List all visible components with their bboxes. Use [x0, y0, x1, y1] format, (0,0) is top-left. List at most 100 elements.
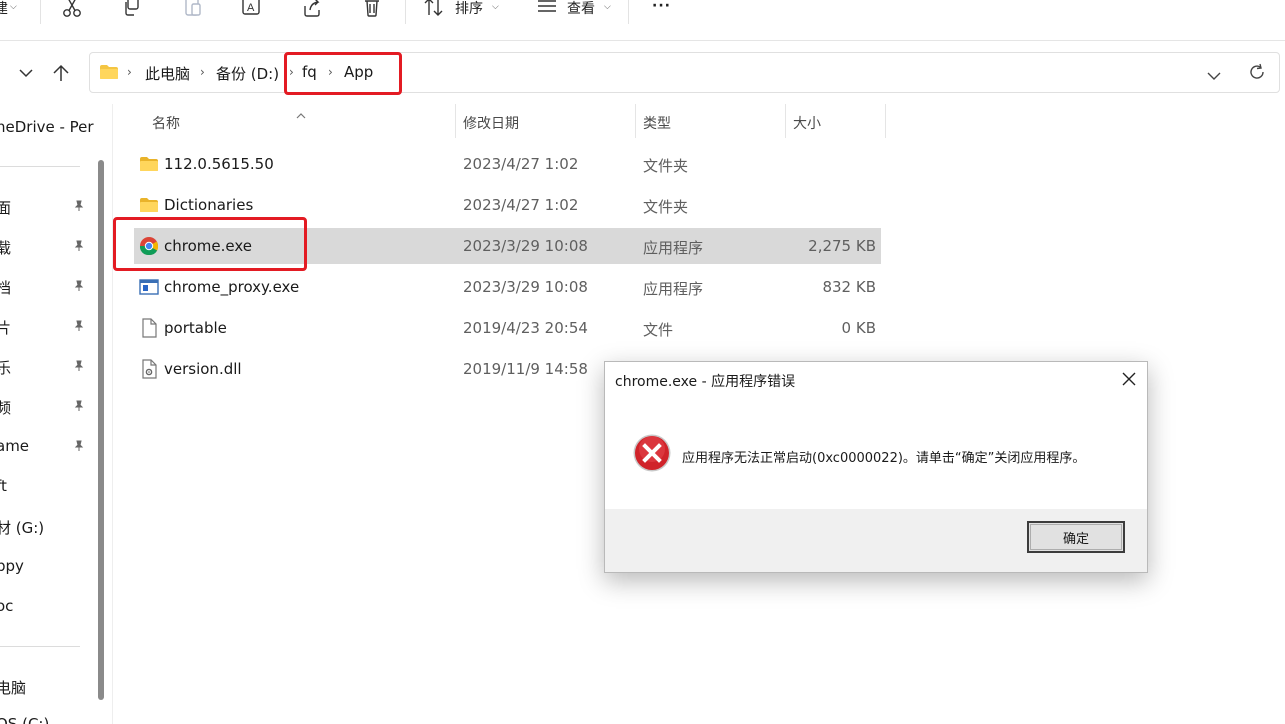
sidebar-item-drive-c[interactable]: OS (C:): [0, 715, 49, 724]
sidebar-item-ppy[interactable]: ppy: [0, 557, 24, 575]
close-icon[interactable]: [1121, 371, 1137, 387]
view-icon[interactable]: [536, 0, 558, 18]
file-date: 2023/3/29 10:08: [463, 278, 588, 296]
sidebar-item-ft[interactable]: ft: [0, 477, 7, 495]
app-window-icon: [139, 279, 159, 295]
error-icon: [633, 434, 671, 472]
sidebar-item-downloads[interactable]: 载: [0, 237, 11, 258]
file-size: 2,275 KB: [808, 237, 876, 255]
folder-icon: [99, 64, 119, 80]
sidebar-item-pictures[interactable]: 片: [0, 317, 11, 338]
pin-icon: [74, 280, 84, 291]
sort-icon[interactable]: [424, 0, 444, 18]
toolbar-divider: [628, 0, 629, 24]
file-name: portable: [164, 319, 227, 337]
share-icon[interactable]: [300, 0, 324, 18]
column-divider[interactable]: [885, 104, 886, 138]
sidebar-item-music[interactable]: 乐: [0, 357, 11, 378]
file-type: 应用程序: [643, 239, 704, 257]
breadcrumb-separator-icon: ›: [200, 65, 205, 79]
pane-divider: [112, 104, 113, 724]
pin-icon: [74, 400, 84, 411]
sidebar-divider: [0, 646, 80, 647]
up-arrow-icon[interactable]: [50, 62, 72, 84]
file-date: 2023/4/27 1:02: [463, 196, 579, 214]
sidebar-item-oc[interactable]: oc: [0, 597, 13, 615]
pin-icon: [74, 360, 84, 371]
file-name: version.dll: [164, 360, 242, 378]
pin-icon: [74, 440, 84, 451]
chevron-down-icon[interactable]: ⌵: [604, 2, 611, 12]
paste-icon: [181, 0, 205, 18]
dll-file-icon: [142, 359, 157, 379]
refresh-icon[interactable]: [1248, 63, 1266, 85]
file-size: 0 KB: [841, 319, 876, 337]
file-type: 应用程序: [643, 280, 704, 298]
folder-icon: [140, 157, 158, 171]
column-header-size[interactable]: 大小: [793, 113, 821, 133]
file-date: 2023/4/27 1:02: [463, 155, 579, 173]
file-type: 文件: [643, 321, 674, 339]
chevron-down-icon[interactable]: ⌵: [492, 2, 499, 12]
address-bar[interactable]: › 此电脑 › 备份 (D:) › fq › App: [89, 52, 1280, 93]
file-row[interactable]: 112.0.5615.50 2023/4/27 1:02 文件夹: [134, 146, 881, 182]
command-toolbar: 建 ⌵ A 排序 ⌵ 查看 ⌵ ···: [0, 0, 1285, 41]
file-date: 2019/4/23 20:54: [463, 319, 588, 337]
breadcrumb-highlight-annotation: [284, 52, 402, 95]
rename-icon[interactable]: A: [240, 0, 264, 18]
column-header-date[interactable]: 修改日期: [463, 113, 519, 133]
sidebar-item-drive-g[interactable]: 材 (G:): [0, 517, 44, 538]
application-error-dialog: chrome.exe - 应用程序错误 应用程序无法正常启动(0xc000002…: [604, 361, 1148, 573]
view-button[interactable]: 查看: [567, 0, 595, 18]
sidebar-item-this-pc[interactable]: 电脑: [0, 677, 26, 698]
column-divider[interactable]: [635, 104, 636, 138]
column-header-name[interactable]: 名称: [152, 113, 180, 133]
dialog-title: chrome.exe - 应用程序错误: [615, 374, 796, 390]
navigation-pane: neDrive - Per 面 载 档 片 乐 频 ame ft 材 (G:) …: [0, 100, 96, 724]
recent-locations-chevron-icon[interactable]: [15, 62, 37, 84]
copy-icon[interactable]: [120, 0, 144, 18]
column-header-type[interactable]: 类型: [643, 113, 671, 133]
file-date: 2019/11/9 14:58: [463, 360, 588, 378]
chevron-down-icon[interactable]: ⌵: [10, 2, 17, 12]
address-history-chevron-icon[interactable]: [1207, 66, 1221, 85]
file-type: 文件夹: [643, 198, 689, 216]
file-name: 112.0.5615.50: [164, 155, 274, 173]
dialog-message: 应用程序无法正常启动(0xc0000022)。请单击“确定”关闭应用程序。: [682, 451, 1086, 466]
sidebar-divider: [0, 166, 80, 167]
column-divider[interactable]: [455, 104, 456, 138]
cut-icon[interactable]: [60, 0, 84, 18]
ok-button[interactable]: 确定: [1027, 521, 1125, 553]
sidebar-item-documents[interactable]: 档: [0, 277, 11, 298]
file-name: chrome_proxy.exe: [164, 278, 300, 296]
toolbar-divider: [405, 0, 406, 24]
svg-text:A: A: [247, 2, 255, 14]
sidebar-item-game[interactable]: ame: [0, 437, 29, 455]
pin-icon: [74, 240, 84, 251]
file-size: 832 KB: [822, 278, 876, 296]
dialog-footer: 确定: [605, 509, 1147, 572]
pin-icon: [74, 200, 84, 211]
column-divider[interactable]: [785, 104, 786, 138]
file-icon: [142, 318, 157, 338]
sidebar-item-desktop[interactable]: 面: [0, 197, 11, 218]
file-row[interactable]: portable 2019/4/23 20:54 文件 0 KB: [134, 310, 881, 346]
delete-icon[interactable]: [360, 0, 384, 18]
file-type: 文件夹: [643, 157, 689, 175]
breadcrumb-this-pc[interactable]: 此电脑: [145, 63, 190, 84]
new-button-label[interactable]: 建: [0, 0, 8, 18]
sidebar-item-onedrive[interactable]: neDrive - Per: [0, 118, 94, 136]
file-date: 2023/3/29 10:08: [463, 237, 588, 255]
sort-button[interactable]: 排序: [455, 0, 483, 18]
sidebar-item-videos[interactable]: 频: [0, 397, 11, 418]
file-name: Dictionaries: [164, 196, 254, 214]
sort-ascending-icon: [296, 104, 306, 123]
more-options-button[interactable]: ···: [652, 0, 671, 14]
pin-icon: [74, 320, 84, 331]
folder-icon: [140, 198, 158, 212]
breadcrumb-drive-d[interactable]: 备份 (D:): [216, 63, 279, 84]
file-row[interactable]: chrome_proxy.exe 2023/3/29 10:08 应用程序 83…: [134, 269, 881, 305]
toolbar-divider: [40, 0, 41, 24]
sidebar-scrollbar[interactable]: [98, 160, 104, 700]
breadcrumb-separator-icon: ›: [127, 65, 132, 79]
